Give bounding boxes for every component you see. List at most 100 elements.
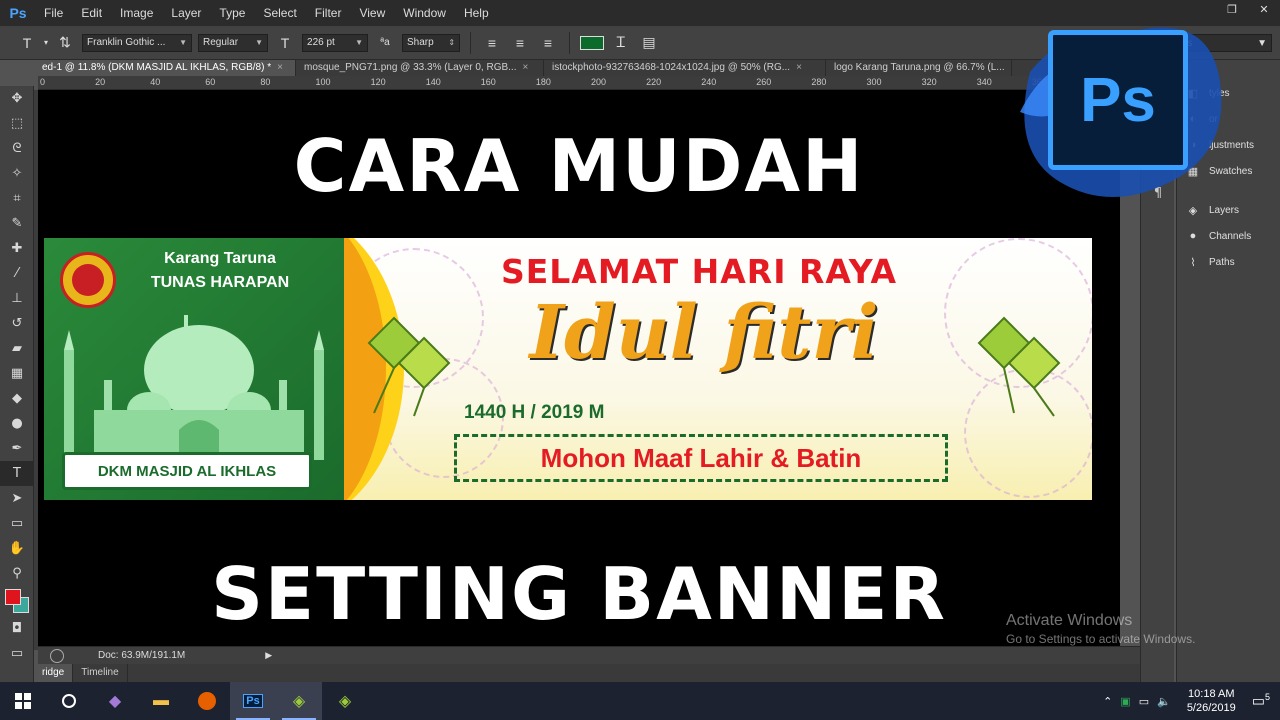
menu-window[interactable]: Window bbox=[395, 6, 456, 20]
eraser-tool-icon[interactable]: ▰ bbox=[0, 336, 34, 361]
text-color-swatch[interactable] bbox=[580, 35, 605, 50]
font-size-select[interactable]: 226 pt ▼ bbox=[302, 33, 369, 52]
menu-help[interactable]: Help bbox=[456, 6, 499, 20]
greeting-text: SELAMAT HARI RAYA bbox=[500, 252, 898, 291]
blur-tool-icon[interactable]: ◆ bbox=[0, 386, 34, 411]
heading-top: CARA MUDAH bbox=[293, 124, 865, 208]
warp-text-icon[interactable]: Ꮖ bbox=[610, 32, 632, 54]
ruler-horizontal: 0 20 40 60 80 100 120 140 160 180 200 220 240 260 280 3… bbox=[38, 76, 1140, 90]
taskbar: ◆ ▬ Ps ◈ ◈ ⌃ ▣ ▭ 🔈 10:18 AM 5/26/2019 ▭5 bbox=[0, 682, 1280, 720]
system-tray: ⌃ ▣ ▭ 🔈 10:18 AM 5/26/2019 ▭5 bbox=[1103, 682, 1280, 720]
font-family-select[interactable]: Franklin Gothic ... ▼ bbox=[82, 33, 193, 52]
align-right-icon[interactable]: ≡ bbox=[537, 32, 559, 54]
align-center-icon[interactable]: ≡ bbox=[509, 32, 531, 54]
text-orientation-icon[interactable]: ⇅ bbox=[54, 32, 76, 54]
menu-file[interactable]: File bbox=[36, 6, 73, 20]
menu-layer[interactable]: Layer bbox=[163, 6, 211, 20]
quick-mask-icon[interactable]: ◘ bbox=[0, 616, 34, 641]
path-selection-tool-icon[interactable]: ➤ bbox=[0, 486, 34, 511]
pen-tool-icon[interactable]: ✒ bbox=[0, 436, 34, 461]
zoom-tool-icon[interactable]: ⚲ bbox=[0, 561, 34, 586]
taskbar-photoshop[interactable]: Ps bbox=[230, 682, 276, 720]
screen-mode-icon[interactable]: ▭ bbox=[0, 641, 34, 666]
display-tray-icon[interactable]: ▭ bbox=[1139, 695, 1149, 708]
gradient-tool-icon[interactable]: ▦ bbox=[0, 361, 34, 386]
start-button[interactable] bbox=[0, 682, 46, 720]
notification-icon[interactable]: ▭5 bbox=[1252, 692, 1270, 710]
menu-edit[interactable]: Edit bbox=[73, 6, 112, 20]
foreground-color-swatch[interactable] bbox=[5, 589, 21, 605]
font-style-select[interactable]: Regular ▼ bbox=[198, 33, 269, 52]
menu-type[interactable]: Type bbox=[211, 6, 255, 20]
folder-icon: ▬ bbox=[153, 692, 169, 709]
menu-view[interactable]: View bbox=[351, 6, 395, 20]
ruler-tick-label: 340 bbox=[976, 77, 992, 87]
taskbar-visual-studio[interactable]: ◆ bbox=[92, 682, 138, 720]
tab-mini-bridge[interactable]: ridge bbox=[34, 664, 74, 682]
history-brush-tool-icon[interactable]: ↺ bbox=[0, 311, 34, 336]
font-size-icon: T bbox=[280, 34, 290, 51]
close-window-icon[interactable]: ✕ bbox=[1248, 0, 1280, 18]
close-icon[interactable]: × bbox=[522, 62, 528, 74]
hand-tool-icon[interactable]: ✋ bbox=[0, 536, 34, 561]
preset-caret-icon[interactable]: ▾ bbox=[44, 38, 48, 47]
doc-tab-label: istockphoto-932763468-1024x1024.jpg @ 50… bbox=[552, 62, 791, 73]
ruler-tick-label: 280 bbox=[811, 77, 827, 87]
dodge-tool-icon[interactable]: ● bbox=[0, 411, 34, 436]
canvas[interactable]: CARA MUDAH Karang Taruna TUNAS HARAPAN D… bbox=[38, 90, 1120, 646]
doc-tab[interactable]: logo Karang Taruna.png @ 66.7% (L... bbox=[826, 60, 1012, 76]
status-menu-arrow-icon[interactable]: ▶ bbox=[265, 650, 272, 661]
menu-image[interactable]: Image bbox=[112, 6, 163, 20]
zoom-indicator-icon[interactable] bbox=[50, 648, 64, 663]
ketupat-right-icon bbox=[977, 316, 1061, 417]
doc-tab[interactable]: istockphoto-932763468-1024x1024.jpg @ 50… bbox=[544, 60, 826, 76]
type-tool-preset-icon[interactable]: T bbox=[16, 32, 38, 54]
font-size-value: 226 pt bbox=[307, 37, 335, 48]
eyedropper-tool-icon[interactable]: ✎ bbox=[0, 211, 34, 236]
ruler-tick-label: 260 bbox=[756, 77, 772, 87]
windows-logo-icon bbox=[15, 693, 31, 709]
type-tool-icon[interactable]: T bbox=[0, 461, 34, 486]
align-left-icon[interactable]: ≡ bbox=[481, 32, 503, 54]
doc-size-text: Doc: 63.9M/191.1M bbox=[98, 650, 186, 661]
character-panel-icon[interactable]: ▤ bbox=[638, 32, 660, 54]
magic-wand-tool-icon[interactable]: ✧ bbox=[0, 161, 34, 186]
watermark-line1: Activate Windows bbox=[1006, 612, 1133, 629]
move-tool-icon[interactable]: ✥ bbox=[0, 86, 34, 111]
taskbar-file-explorer[interactable]: ▬ bbox=[138, 682, 184, 720]
stepper-icon: ⇕ bbox=[448, 38, 456, 47]
volume-icon[interactable]: 🔈 bbox=[1157, 695, 1171, 708]
doc-tab-active[interactable]: ed-1 @ 11.8% (DKM MASJID AL IKHLAS, RGB/… bbox=[34, 60, 296, 76]
chevron-up-icon[interactable]: ⌃ bbox=[1103, 695, 1112, 708]
ruler-tick-label: 220 bbox=[646, 77, 662, 87]
crop-tool-icon[interactable]: ⌗ bbox=[0, 186, 34, 211]
chevron-down-icon: ▼ bbox=[179, 38, 188, 47]
brush-tool-icon[interactable]: ⁄ bbox=[0, 261, 34, 286]
menu-select[interactable]: Select bbox=[255, 6, 306, 20]
ketupat-left-icon bbox=[367, 316, 451, 417]
doc-tab[interactable]: mosque_PNG71.png @ 33.3% (Layer 0, RGB..… bbox=[296, 60, 544, 76]
taskbar-app-other[interactable]: ◈ bbox=[322, 682, 368, 720]
lasso-tool-icon[interactable]: ᘓ bbox=[0, 136, 34, 161]
excel-tray-icon[interactable]: ▣ bbox=[1120, 695, 1130, 708]
antialias-select[interactable]: Sharp ⇕ bbox=[402, 33, 461, 52]
tab-timeline[interactable]: Timeline bbox=[73, 664, 128, 682]
menu-filter[interactable]: Filter bbox=[307, 6, 352, 20]
org-name-line2: TUNAS HARAPAN bbox=[150, 274, 290, 291]
panel-paths-label: Paths bbox=[1209, 256, 1235, 268]
close-icon[interactable]: × bbox=[277, 62, 283, 74]
ruler-tick-label: 180 bbox=[535, 77, 551, 87]
close-icon[interactable]: × bbox=[796, 62, 802, 74]
marquee-tool-icon[interactable]: ⬚ bbox=[0, 111, 34, 136]
healing-brush-tool-icon[interactable]: ✚ bbox=[0, 236, 34, 261]
clone-stamp-tool-icon[interactable]: ⊥ bbox=[0, 286, 34, 311]
clock[interactable]: 10:18 AM 5/26/2019 bbox=[1179, 687, 1244, 715]
mosque-illustration bbox=[64, 315, 324, 460]
document-tabs: ed-1 @ 11.8% (DKM MASJID AL IKHLAS, RGB/… bbox=[34, 60, 1174, 76]
taskbar-firefox[interactable] bbox=[184, 682, 230, 720]
shape-tool-icon[interactable]: ▭ bbox=[0, 511, 34, 536]
taskbar-app-green[interactable]: ◈ bbox=[276, 682, 322, 720]
panel-channels[interactable]: ● Channels bbox=[1185, 229, 1252, 243]
cortana-button[interactable] bbox=[46, 682, 92, 720]
panel-paths[interactable]: ⌇ Paths bbox=[1185, 255, 1235, 269]
